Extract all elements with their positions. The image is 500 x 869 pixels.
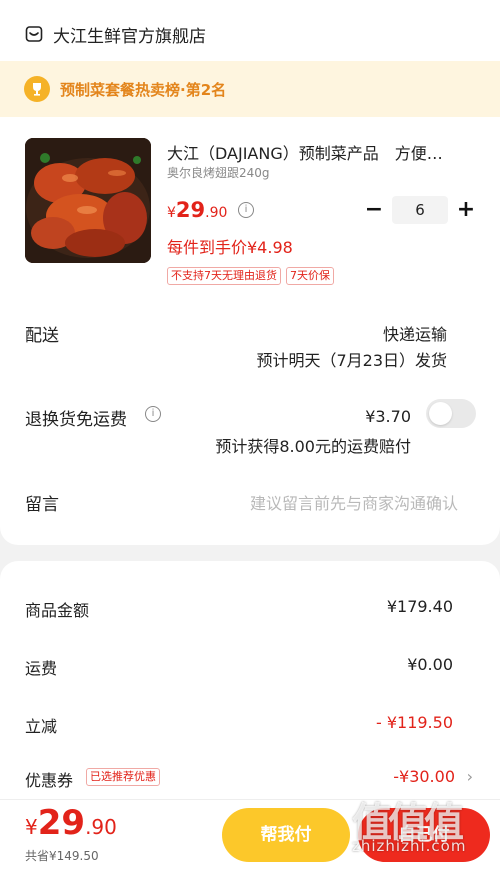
unit-price: 每件到手价¥4.98	[167, 238, 293, 257]
shipping-method[interactable]: 快递运输	[383, 321, 447, 345]
goods-amount-value: ¥179.40	[386, 597, 453, 616]
decrease-button[interactable]: −	[362, 196, 386, 224]
increase-button[interactable]: +	[454, 196, 478, 224]
price-currency: ¥	[167, 205, 176, 221]
coupon-value[interactable]: -¥30.00	[393, 767, 455, 786]
product-spec: 奥尔良烤翅跟240g	[167, 166, 270, 180]
total-currency: ¥	[25, 815, 38, 839]
discount-value: - ¥119.50	[375, 713, 453, 732]
quantity-input[interactable]: 6	[392, 196, 448, 224]
shipping-label: 配送	[25, 326, 59, 346]
total-decimal: .90	[85, 815, 117, 839]
return-insurance-price: ¥3.70	[365, 407, 411, 426]
tag-no-return: 不支持7天无理由退货	[167, 267, 281, 285]
coupon-badge: 已选推荐优惠	[86, 768, 160, 786]
freight-label: 运费	[25, 659, 58, 678]
shipping-estimate: 预计明天（7月23日）发货	[256, 351, 447, 370]
note-input[interactable]: 建议留言前先与商家沟通确认	[250, 490, 458, 514]
price-integer: 29	[175, 198, 206, 222]
product-title[interactable]: 大江（DAJIANG）预制菜产品 方便…	[167, 140, 477, 164]
goods-amount-label: 商品金额	[25, 601, 90, 620]
self-pay-button[interactable]: 自己付	[358, 808, 490, 862]
rank-banner[interactable]: 预制菜套餐热卖榜·第2名	[0, 61, 500, 117]
service-tags: 不支持7天无理由退货 7天价保	[167, 267, 339, 285]
quantity-stepper: − 6 +	[362, 196, 478, 224]
total-saved: 共省¥149.50	[25, 849, 99, 863]
shop-header[interactable]: 大江生鲜官方旗舰店	[25, 20, 206, 48]
trophy-icon	[24, 76, 50, 102]
return-insurance-toggle[interactable]	[426, 399, 476, 428]
coupon-label: 优惠券	[25, 771, 74, 790]
freight-value: ¥0.00	[407, 655, 453, 674]
shop-name: 大江生鲜官方旗舰店	[53, 26, 206, 47]
chevron-right-icon[interactable]: ›	[467, 767, 473, 786]
product-image[interactable]	[25, 138, 151, 263]
shop-icon	[25, 26, 43, 42]
rank-text: 预制菜套餐热卖榜·第2名	[60, 80, 227, 99]
tag-price-protect: 7天价保	[286, 267, 334, 285]
help-pay-button[interactable]: 帮我付	[222, 808, 350, 862]
total-price: ¥ 29 .90	[25, 803, 117, 843]
toggle-knob	[429, 402, 452, 425]
discount-label: 立减	[25, 717, 58, 736]
return-info-icon[interactable]: i	[145, 406, 161, 422]
price-info-icon[interactable]: i	[238, 202, 254, 218]
price-decimal: .90	[205, 205, 228, 221]
return-insurance-label: 退换货免运费	[25, 410, 127, 430]
return-insurance-estimate: 预计获得8.00元的运费赔付	[215, 437, 411, 456]
note-label: 留言	[25, 495, 59, 515]
product-price: ¥ 29 .90	[167, 198, 227, 222]
total-integer: 29	[37, 803, 86, 843]
